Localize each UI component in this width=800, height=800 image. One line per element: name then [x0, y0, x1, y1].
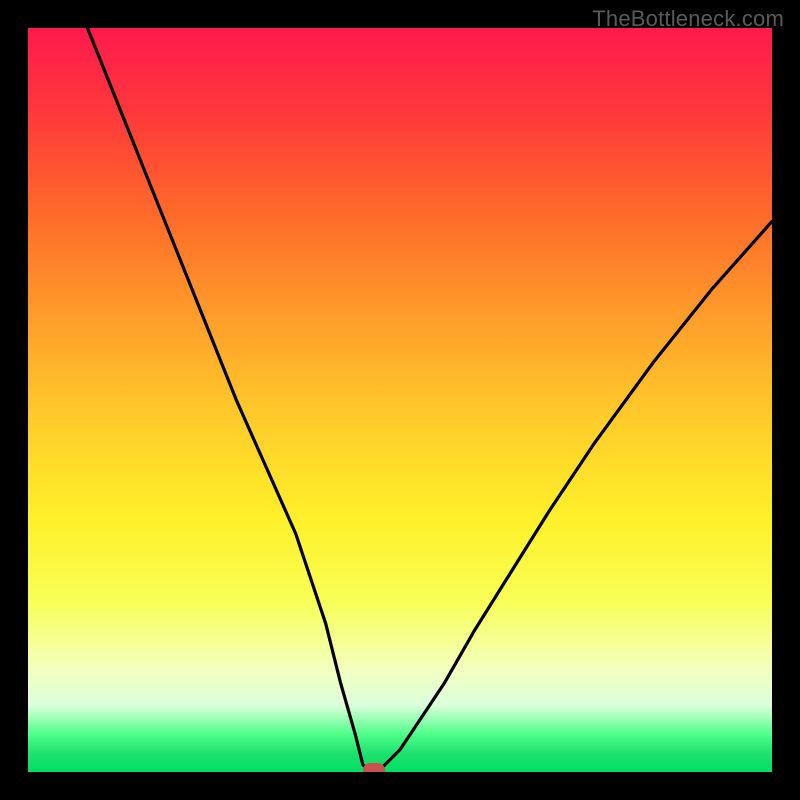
curve-svg — [28, 28, 772, 772]
chart-frame: TheBottleneck.com — [0, 0, 800, 800]
plot-area — [28, 28, 772, 772]
minimum-marker — [363, 763, 385, 772]
bottleneck-curve — [88, 28, 773, 772]
